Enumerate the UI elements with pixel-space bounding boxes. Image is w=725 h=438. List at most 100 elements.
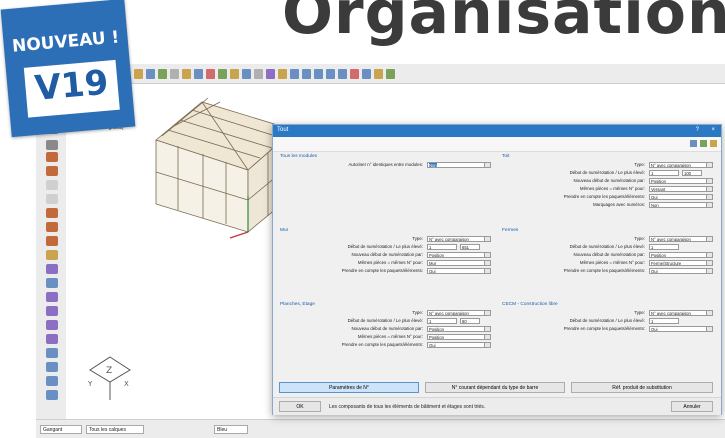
load-icon[interactable] xyxy=(700,140,707,147)
packages-select[interactable]: Oui xyxy=(427,268,491,274)
layer-select[interactable]: Gangant xyxy=(40,425,82,434)
tool-icon[interactable] xyxy=(158,68,167,79)
packages-select[interactable]: Oui xyxy=(649,268,713,274)
same-parts-select[interactable]: Position xyxy=(427,334,491,340)
tool-icon[interactable] xyxy=(374,68,383,79)
same-parts-select[interactable]: Versant xyxy=(649,186,713,192)
field-label: Mêmes pièces = mêmes N° pour: xyxy=(579,186,645,191)
start-number-input[interactable]: 1 xyxy=(427,318,457,324)
number-params-button[interactable]: Paramètres de N° xyxy=(279,382,419,393)
substitute-product-button[interactable]: Réf. produit de substitution xyxy=(571,382,713,393)
type-select[interactable]: N° avec comparaison xyxy=(649,310,713,316)
field-label: Nouveau début de numérotation par: xyxy=(351,326,423,331)
start-number-input[interactable]: 1 xyxy=(649,318,679,324)
markings-select[interactable]: Non xyxy=(649,202,713,208)
settings-icon[interactable] xyxy=(710,140,717,147)
numbering-dialog: Tout ? × Tous les modules Autoriser n° i… xyxy=(272,124,722,415)
tool-icon[interactable] xyxy=(46,140,58,150)
start-number-input[interactable]: 1 xyxy=(649,244,679,250)
restart-by-select[interactable]: Position xyxy=(649,252,713,258)
tool-icon[interactable] xyxy=(254,68,263,79)
structure-tree: (Système global) Z X Y xyxy=(66,84,149,419)
field-label: Marquages avec numéros: xyxy=(593,202,645,207)
tool-icon[interactable] xyxy=(182,68,191,79)
restart-by-select[interactable]: Position xyxy=(427,326,491,332)
tool-icon[interactable] xyxy=(46,180,58,190)
tool-icon[interactable] xyxy=(194,68,203,79)
color-select[interactable]: Bleu xyxy=(214,425,248,434)
ok-button[interactable]: OK xyxy=(279,401,321,412)
svg-text:Y: Y xyxy=(87,380,93,388)
tool-icon[interactable] xyxy=(46,348,58,358)
tool-icon[interactable] xyxy=(46,278,58,288)
tool-icon[interactable] xyxy=(302,68,311,79)
same-parts-select[interactable]: Ferme/Structure xyxy=(649,260,713,266)
tool-icon[interactable] xyxy=(278,68,287,79)
tool-icon[interactable] xyxy=(362,68,371,79)
highest-number-field: 651 xyxy=(460,244,480,250)
tool-icon[interactable] xyxy=(46,334,58,344)
tool-icon[interactable] xyxy=(46,376,58,386)
field-label: Mêmes pièces = mêmes N° pour: xyxy=(357,260,423,265)
tool-icon[interactable] xyxy=(170,68,179,79)
field-label: Mêmes pièces = mêmes N° pour: xyxy=(357,334,423,339)
type-select[interactable]: N° avec comparaison xyxy=(427,236,491,242)
field-label: Prendre en compte les paquets/éléments: xyxy=(563,326,645,331)
restart-by-select[interactable]: Position xyxy=(649,178,713,184)
tool-icon[interactable] xyxy=(242,68,251,79)
tool-icon[interactable] xyxy=(314,68,323,79)
field-label: Début de numérotation / Le plus élevé: xyxy=(569,244,645,249)
tool-icon[interactable] xyxy=(146,68,155,79)
tool-icon[interactable] xyxy=(266,68,275,79)
type-select[interactable]: N° avec comparaison xyxy=(649,162,713,168)
tool-icon[interactable] xyxy=(46,390,58,400)
tool-icon[interactable] xyxy=(338,68,347,79)
tool-icon[interactable] xyxy=(230,68,239,79)
svg-text:X: X xyxy=(124,380,129,388)
tool-icon[interactable] xyxy=(46,362,58,372)
tool-icon[interactable] xyxy=(46,208,58,218)
packages-select[interactable]: Oui xyxy=(649,194,713,200)
field-label: Type: xyxy=(634,236,645,241)
current-number-button[interactable]: N° courant dépendant du type de barre xyxy=(425,382,565,393)
help-button[interactable]: ? xyxy=(696,127,699,133)
calque-select[interactable]: Tous les calques xyxy=(86,425,144,434)
tool-icon[interactable] xyxy=(46,292,58,302)
section-wall: Mur Type: N° avec comparaison Début de n… xyxy=(277,227,495,299)
dialog-title: Tout xyxy=(277,127,289,133)
type-select[interactable]: N° avec comparaison xyxy=(427,310,491,316)
tool-icon[interactable] xyxy=(46,152,58,162)
save-icon[interactable] xyxy=(690,140,697,147)
restart-by-select[interactable]: Position xyxy=(427,252,491,258)
tool-icon[interactable] xyxy=(46,306,58,316)
tool-icon[interactable] xyxy=(46,236,58,246)
tool-icon[interactable] xyxy=(386,68,395,79)
field-label: Prendre en compte les paquets/éléments: xyxy=(563,194,645,199)
tool-icon[interactable] xyxy=(46,250,58,260)
section-title: Tous les modules xyxy=(280,154,318,159)
tool-icon[interactable] xyxy=(46,222,58,232)
close-button[interactable]: × xyxy=(711,127,715,133)
type-select[interactable]: N° avec comparaison xyxy=(649,236,713,242)
tool-icon[interactable] xyxy=(46,320,58,330)
new-version-badge: NOUVEAU ! V19 xyxy=(0,0,136,138)
tool-icon[interactable] xyxy=(134,68,143,79)
tool-icon[interactable] xyxy=(46,166,58,176)
tool-icon[interactable] xyxy=(326,68,335,79)
packages-select[interactable]: Oui xyxy=(427,342,491,348)
tool-icon[interactable] xyxy=(290,68,299,79)
start-number-input[interactable]: 1 xyxy=(649,170,679,176)
tool-icon[interactable] xyxy=(46,264,58,274)
same-parts-select[interactable]: Mur xyxy=(427,260,491,266)
tool-icon[interactable] xyxy=(206,68,215,79)
section-title: Toit xyxy=(502,154,510,159)
field-label: Nouveau début de numérotation par: xyxy=(573,178,645,183)
start-number-input[interactable]: 1 xyxy=(427,244,457,250)
tool-icon[interactable] xyxy=(350,68,359,79)
tool-icon[interactable] xyxy=(46,194,58,204)
packages-select[interactable]: Oui xyxy=(649,326,713,332)
headline-title: Organisation xyxy=(282,0,725,48)
cancel-button[interactable]: Annuler xyxy=(671,401,713,412)
identical-numbers-select[interactable]: Non xyxy=(427,162,491,168)
tool-icon[interactable] xyxy=(218,68,227,79)
